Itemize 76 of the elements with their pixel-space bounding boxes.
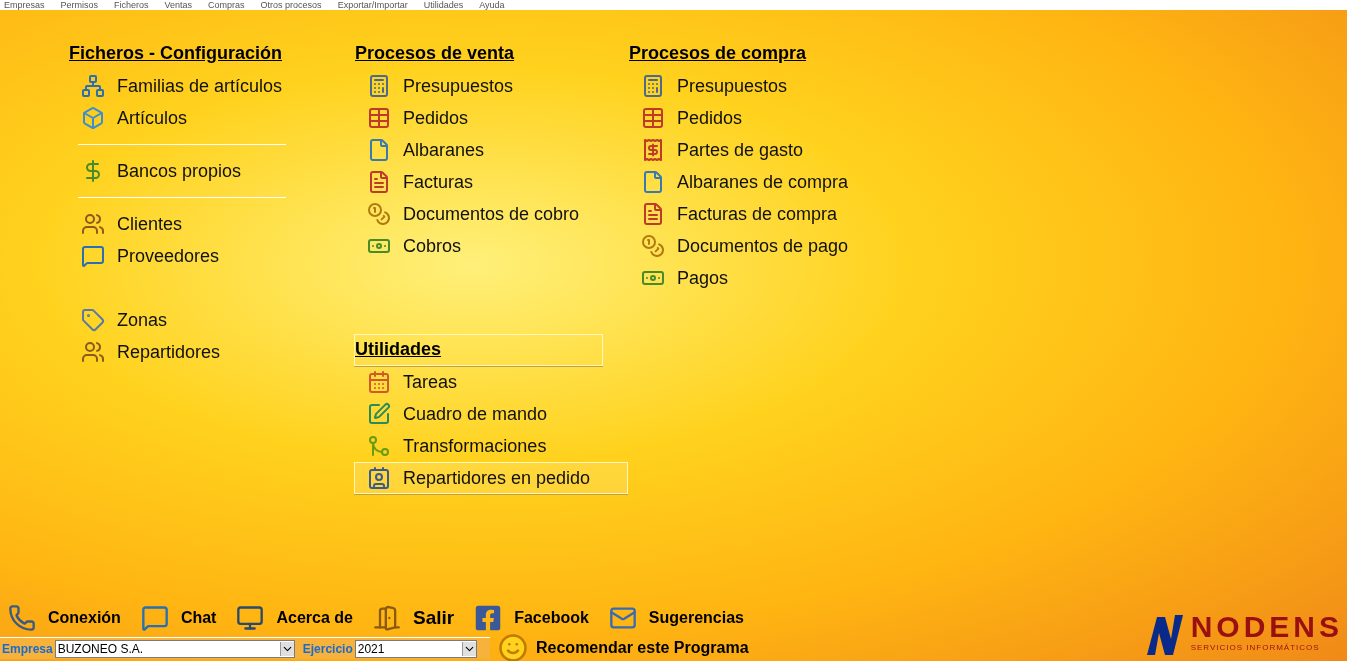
toolbar-button[interactable]: Chat: [140, 604, 217, 632]
menu-item[interactable]: Albaranes de compra: [628, 166, 928, 198]
toolbar-button[interactable]: Salir: [372, 603, 455, 633]
menu-item[interactable]: Bancos propios: [68, 155, 354, 187]
menu-item[interactable]: Pedidos: [628, 102, 928, 134]
dropdown-caret-icon: [279, 641, 294, 656]
menu-item[interactable]: Tareas: [354, 366, 628, 398]
menu-bar-item[interactable]: Utilidades: [423, 1, 464, 10]
menu-bar-item[interactable]: Ventas: [164, 1, 193, 10]
menu-item[interactable]: Facturas: [354, 166, 628, 198]
tag-icon: [81, 308, 105, 332]
company-logo: NODENS SERVICIOS INFORMÁTICOS: [1142, 609, 1347, 661]
menu-bar-item[interactable]: Permisos: [60, 1, 99, 10]
calculator-icon: [367, 74, 391, 98]
menu-item[interactable]: Documentos de cobro: [354, 198, 628, 230]
document-icon: [367, 170, 391, 194]
person-card-icon: [367, 466, 391, 490]
menu-item[interactable]: Repartidores: [68, 336, 354, 368]
phone-icon: [8, 604, 36, 632]
menu-item[interactable]: Facturas de compra: [628, 198, 928, 230]
coins-icon: [641, 234, 665, 258]
table-icon: [367, 106, 391, 130]
recommend-button[interactable]: Recomendar este Programa: [498, 633, 749, 661]
people-icon: [81, 212, 105, 236]
menu-bar-item[interactable]: Empresas: [4, 1, 45, 10]
monitor-icon: [236, 604, 265, 632]
menu-item[interactable]: Pedidos: [354, 102, 628, 134]
speech-bubble-icon: [81, 244, 105, 268]
menu-item[interactable]: Repartidores en pedido: [354, 462, 628, 494]
toolbar-button[interactable]: Acerca de: [236, 604, 353, 632]
tree-icon: [81, 74, 105, 98]
field-label: Ejercicio: [302, 640, 353, 658]
document-icon: [641, 202, 665, 226]
menu-item[interactable]: Zonas: [68, 304, 354, 336]
year-select[interactable]: 2021: [354, 639, 477, 658]
menu-bar-item[interactable]: Exportar/Importar: [337, 1, 408, 10]
calendar-icon: [367, 370, 391, 394]
toolbar-button[interactable]: Facebook: [474, 604, 589, 632]
section-heading: Procesos de compra: [628, 42, 808, 65]
smiley-icon: [498, 633, 528, 661]
menu-item[interactable]: Proveedores: [68, 240, 354, 272]
section-heading: Procesos de venta: [354, 42, 516, 65]
menu-item[interactable]: Cuadro de mando: [354, 398, 628, 430]
menu-item[interactable]: Presupuestos: [354, 70, 628, 102]
menu-item[interactable]: Albaranes: [354, 134, 628, 166]
menu-item[interactable]: Pagos: [628, 262, 928, 294]
section-heading: Ficheros - Configuración: [68, 42, 283, 65]
section-heading: Utilidades: [354, 334, 603, 366]
door-icon: [372, 604, 401, 632]
facebook-icon: [474, 604, 503, 632]
toolbar-button[interactable]: Sugerencias: [608, 604, 744, 632]
box-icon: [81, 106, 105, 130]
menu-item[interactable]: Documentos de pago: [628, 230, 928, 262]
menu-bar-item[interactable]: Ficheros: [114, 1, 149, 10]
menu-bar-item[interactable]: Otros procesos: [260, 1, 322, 10]
table-icon: [641, 106, 665, 130]
speech-bubble-icon: [140, 604, 169, 632]
menu-item[interactable]: Cobros: [354, 230, 628, 262]
menu-bar-item[interactable]: Ayuda: [479, 1, 505, 10]
menu-item[interactable]: Transformaciones: [354, 430, 628, 462]
toolbar-button[interactable]: Conexión: [8, 604, 121, 632]
document-icon: [641, 170, 665, 194]
menu-item[interactable]: Familias de artículos: [68, 70, 354, 102]
company-select[interactable]: BUZONEO S.A.: [54, 639, 295, 658]
receipt-icon: [641, 138, 665, 162]
menu-item[interactable]: Artículos: [68, 102, 354, 134]
menu-bar-item[interactable]: Compras: [208, 1, 245, 10]
calculator-icon: [641, 74, 665, 98]
menu-item[interactable]: Clientes: [68, 208, 354, 240]
dropdown-caret-icon: [461, 641, 476, 656]
field-label: Empresa: [2, 640, 53, 658]
menu-item[interactable]: Presupuestos: [628, 70, 928, 102]
document-icon: [367, 138, 391, 162]
people-icon: [81, 340, 105, 364]
menu-item[interactable]: Partes de gasto: [628, 134, 928, 166]
coins-icon: [367, 202, 391, 226]
